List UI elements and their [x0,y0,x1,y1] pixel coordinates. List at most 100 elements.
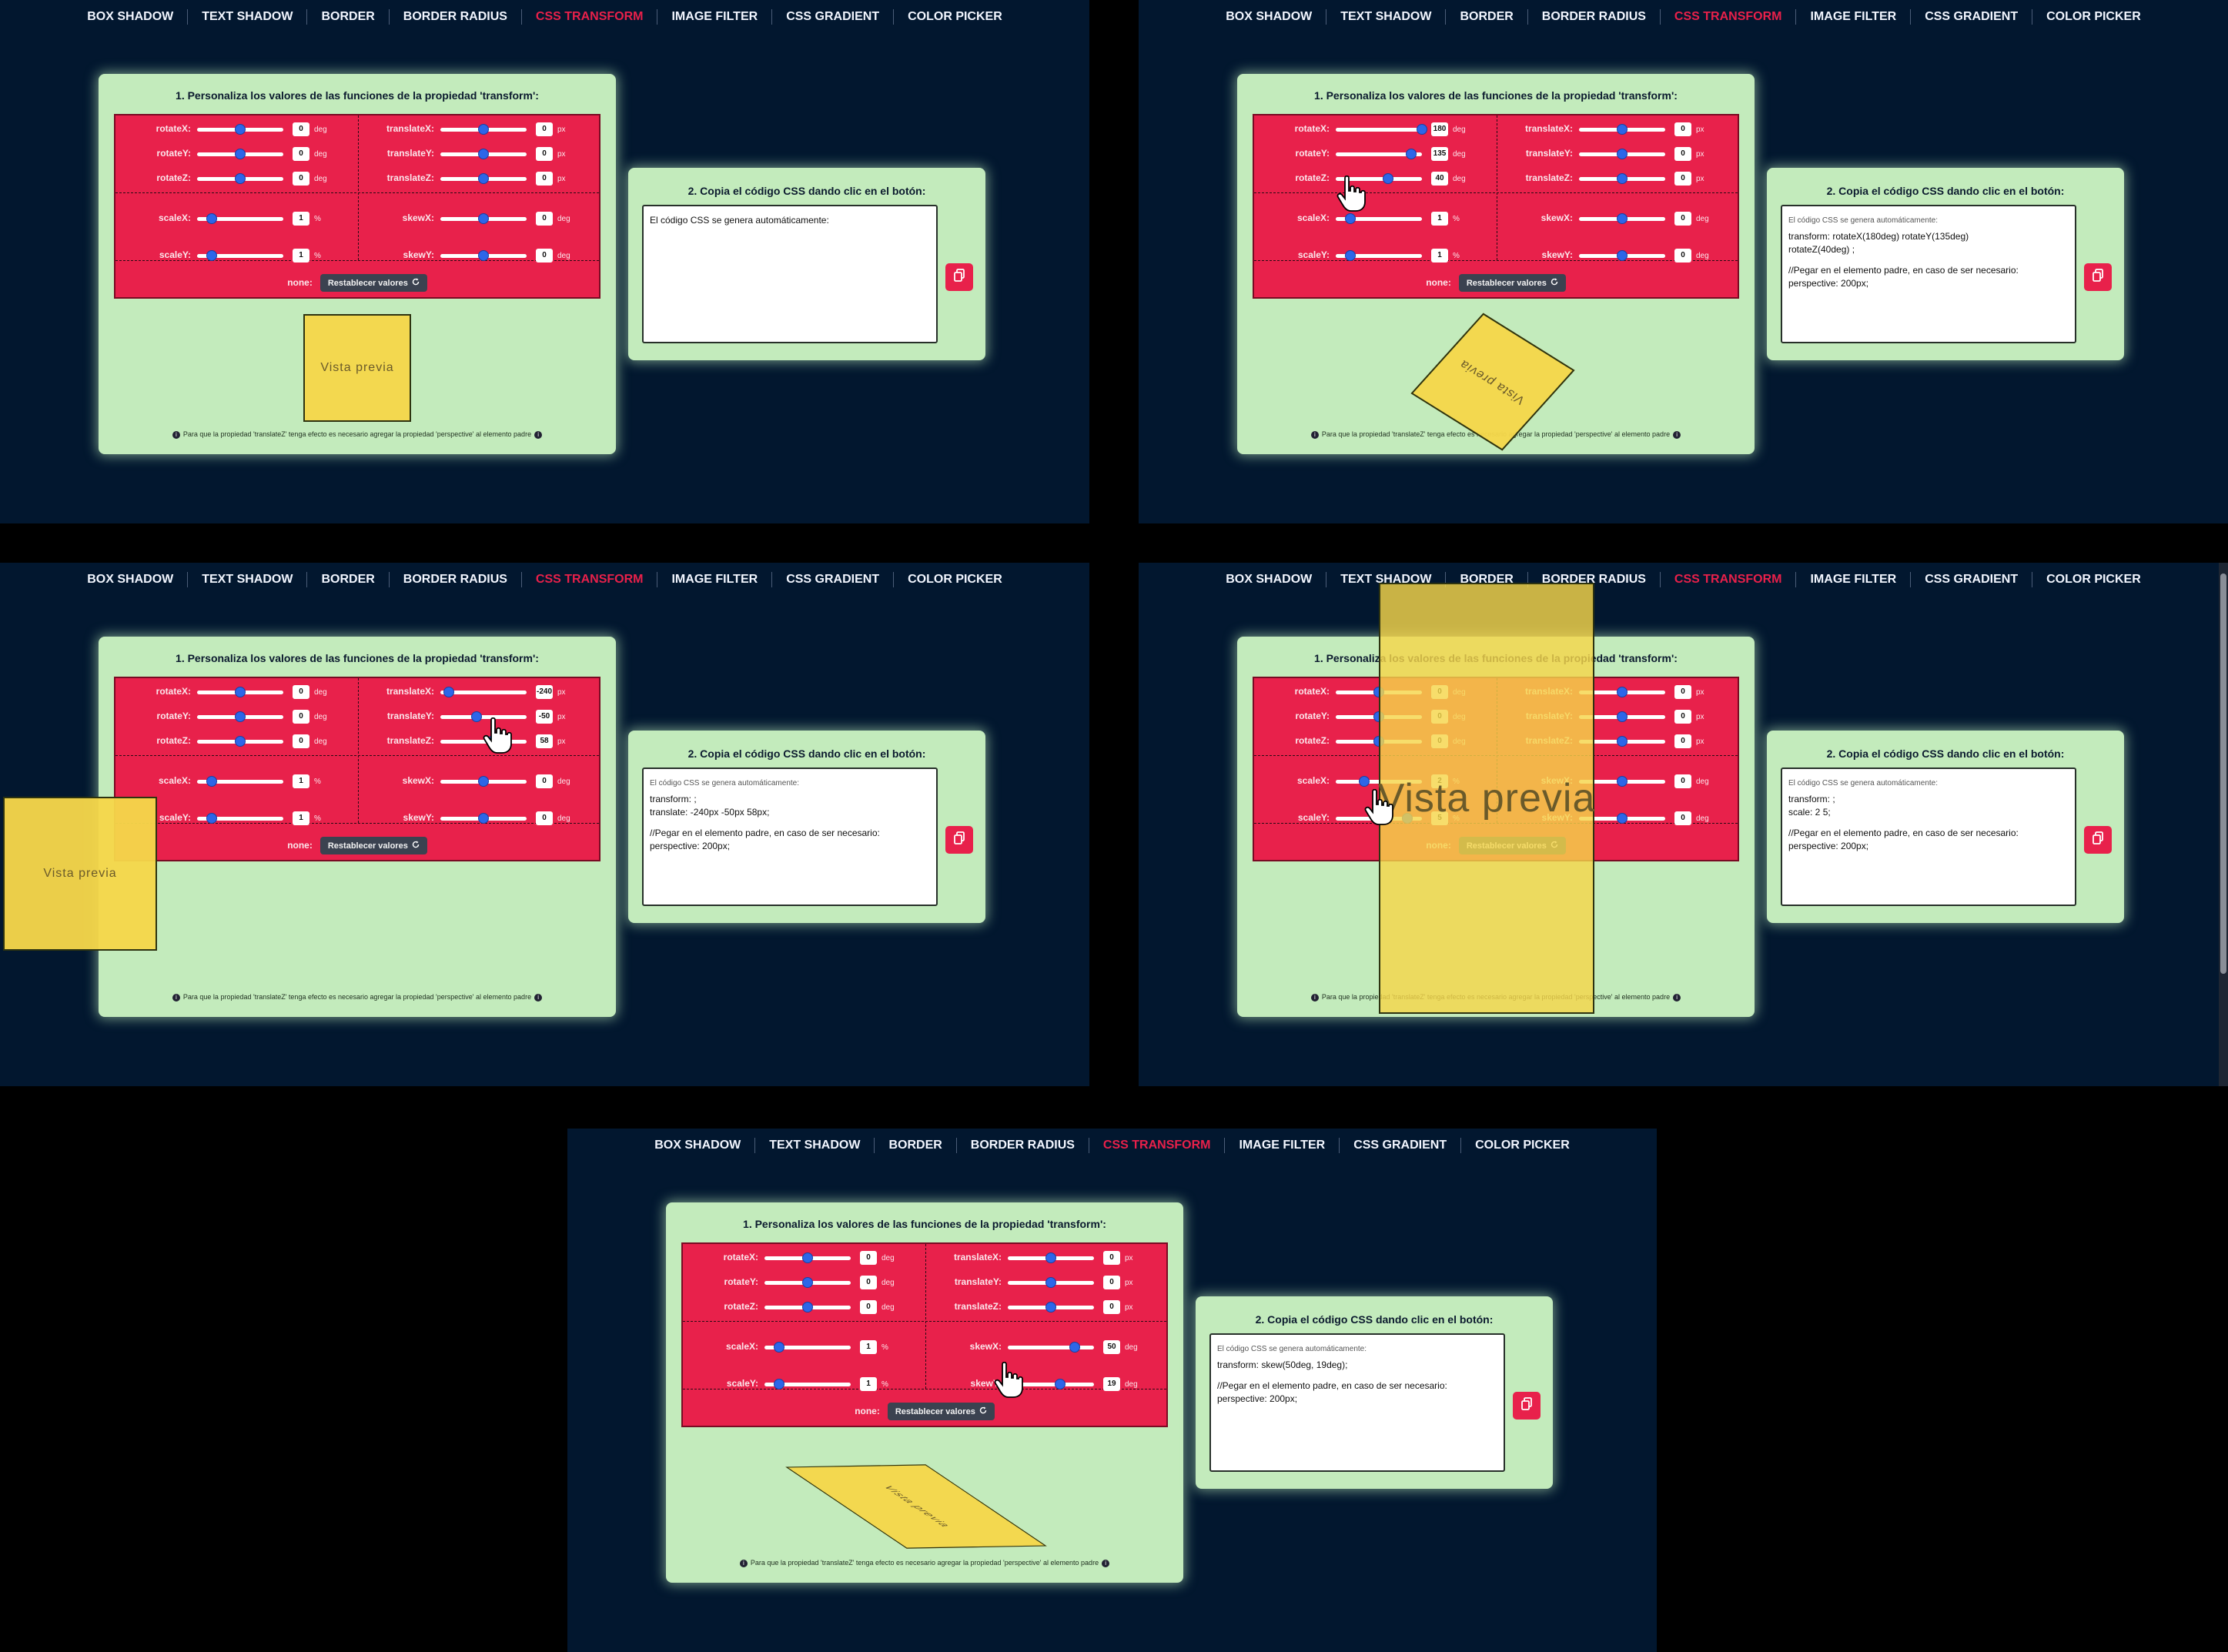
slider-thumb[interactable] [478,813,489,824]
skewy-value-input[interactable]: 0 [1674,811,1691,825]
nav-item-text-shadow[interactable]: TEXT SHADOW [188,9,308,25]
scaley-slider[interactable] [197,813,283,824]
scaley-slider[interactable] [764,1379,851,1389]
scalex-value-input[interactable]: 1 [293,774,309,788]
translatey-slider[interactable] [440,149,527,159]
scalex-value-input[interactable]: 1 [293,212,309,226]
reset-values-button[interactable]: Restablecer valores [1458,273,1566,292]
reset-values-button[interactable]: Restablecer valores [887,1402,995,1420]
rotatex-value-input[interactable]: 0 [293,685,309,699]
slider-thumb[interactable] [1617,687,1628,697]
scalex-slider[interactable] [764,1342,851,1353]
skewx-value-input[interactable]: 0 [536,774,553,788]
translatez-value-input[interactable]: 58 [536,734,553,748]
skewx-slider[interactable] [1008,1342,1094,1353]
nav-item-border-radius[interactable]: BORDER RADIUS [390,9,522,25]
slider-thumb[interactable] [443,687,455,697]
scalex-slider[interactable] [197,776,283,787]
rotatex-value-input[interactable]: 0 [860,1251,877,1265]
nav-item-border-radius[interactable]: BORDER RADIUS [1528,9,1661,25]
nav-item-css-gradient[interactable]: CSS GRADIENT [1911,572,2033,587]
nav-item-css-gradient[interactable]: CSS GRADIENT [1911,9,2033,25]
slider-thumb[interactable] [1617,711,1628,722]
scaley-slider[interactable] [1336,250,1422,261]
scaley-value-input[interactable]: 1 [293,811,309,825]
nav-item-text-shadow[interactable]: TEXT SHADOW [188,572,308,587]
nav-item-box-shadow[interactable]: BOX SHADOW [1212,9,1327,25]
slider-thumb[interactable] [206,813,217,824]
scaley-value-input[interactable]: 1 [860,1377,877,1391]
slider-thumb[interactable] [1045,1302,1056,1313]
slider-thumb[interactable] [1344,213,1356,224]
slider-thumb[interactable] [1383,173,1394,184]
nav-item-box-shadow[interactable]: BOX SHADOW [73,572,189,587]
css-code-textarea[interactable]: El código CSS se genera automáticamente:… [642,767,938,906]
copy-css-button[interactable] [2084,826,2112,854]
nav-item-image-filter[interactable]: IMAGE FILTER [1796,572,1912,587]
nav-item-color-picker[interactable]: COLOR PICKER [2032,572,2155,587]
translatey-slider[interactable] [1579,149,1665,159]
nav-item-border-radius[interactable]: BORDER RADIUS [957,1138,1089,1153]
rotatex-slider[interactable] [1336,124,1427,135]
rotatey-slider[interactable] [197,149,283,159]
rotatey-slider[interactable] [764,1277,851,1288]
nav-item-css-transform[interactable]: CSS TRANSFORM [1089,1138,1226,1153]
slider-thumb[interactable] [470,711,482,722]
reset-values-button[interactable]: Restablecer valores [319,273,427,292]
nav-item-css-gradient[interactable]: CSS GRADIENT [772,9,895,25]
slider-thumb[interactable] [1406,149,1417,159]
nav-item-css-gradient[interactable]: CSS GRADIENT [1340,1138,1462,1153]
nav-item-image-filter[interactable]: IMAGE FILTER [1796,9,1912,25]
rotatey-slider[interactable] [1336,149,1422,159]
translatey-slider[interactable] [1008,1277,1094,1288]
nav-item-border[interactable]: BORDER [307,572,390,587]
skewx-slider[interactable] [440,776,527,787]
css-code-textarea[interactable]: El código CSS se genera automáticamente: [642,205,938,343]
slider-thumb[interactable] [478,776,489,787]
translatex-value-input[interactable]: -240 [536,685,553,699]
skewy-value-input[interactable]: 19 [1103,1377,1120,1391]
slider-thumb[interactable] [206,250,217,261]
copy-css-button[interactable] [945,826,973,854]
slider-thumb[interactable] [802,1277,813,1288]
slider-thumb[interactable] [235,149,246,159]
nav-item-css-transform[interactable]: CSS TRANSFORM [522,572,658,587]
rotatey-value-input[interactable]: 0 [860,1276,877,1289]
rotatex-value-input[interactable]: 180 [1431,122,1448,136]
skewy-slider[interactable] [1579,250,1665,261]
css-code-textarea[interactable]: El código CSS se genera automáticamente:… [1209,1333,1505,1472]
nav-item-box-shadow[interactable]: BOX SHADOW [1212,572,1327,587]
translatex-value-input[interactable]: 0 [1103,1251,1120,1265]
nav-item-text-shadow[interactable]: TEXT SHADOW [755,1138,875,1153]
translatey-value-input[interactable]: 0 [1674,710,1691,724]
css-code-textarea[interactable]: El código CSS se genera automáticamente:… [1781,767,2076,906]
translatex-slider[interactable] [1579,124,1665,135]
slider-thumb[interactable] [1344,250,1356,261]
slider-thumb[interactable] [1069,1342,1081,1353]
slider-thumb[interactable] [478,124,489,135]
rotatez-value-input[interactable]: 0 [293,734,309,748]
translatez-value-input[interactable]: 0 [1674,734,1691,748]
rotatez-slider[interactable] [197,736,283,747]
scaley-value-input[interactable]: 1 [1431,249,1448,263]
rotatex-slider[interactable] [197,124,283,135]
slider-thumb[interactable] [1617,149,1628,159]
slider-thumb[interactable] [206,776,217,787]
nav-item-color-picker[interactable]: COLOR PICKER [894,9,1016,25]
translatez-value-input[interactable]: 0 [536,172,553,186]
translatex-value-input[interactable]: 0 [1674,122,1691,136]
copy-css-button[interactable] [1513,1392,1541,1420]
nav-item-color-picker[interactable]: COLOR PICKER [894,572,1016,587]
slider-thumb[interactable] [235,711,246,722]
translatex-value-input[interactable]: 0 [536,122,553,136]
translatez-slider[interactable] [440,173,527,184]
slider-thumb[interactable] [206,213,217,224]
translatey-value-input[interactable]: 0 [536,147,553,161]
skewy-value-input[interactable]: 0 [536,249,553,263]
translatex-slider[interactable] [440,124,527,135]
skewx-value-input[interactable]: 0 [1674,212,1691,226]
rotatex-slider[interactable] [764,1252,851,1263]
slider-thumb[interactable] [773,1342,784,1353]
nav-item-css-transform[interactable]: CSS TRANSFORM [1661,572,1797,587]
nav-item-text-shadow[interactable]: TEXT SHADOW [1326,9,1447,25]
